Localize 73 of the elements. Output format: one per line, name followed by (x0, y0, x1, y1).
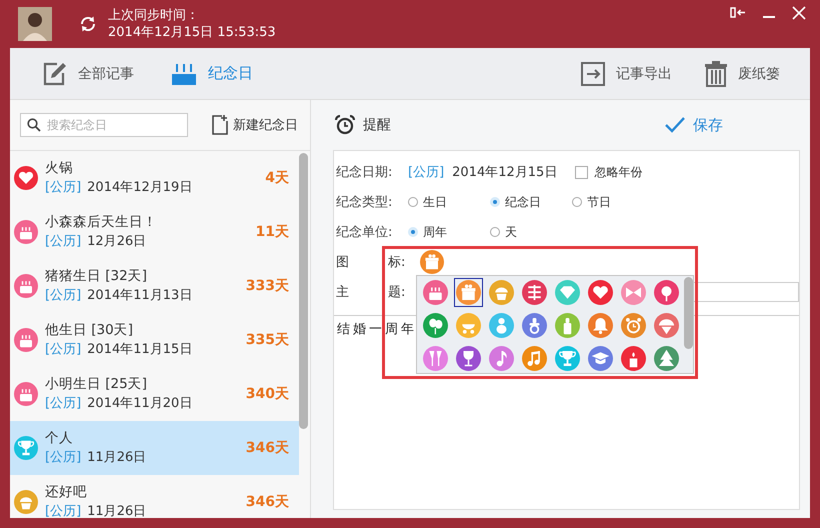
list-item[interactable]: 还好吧 [公历] 11月26日 346天 (10, 475, 299, 518)
scrollbar-thumb[interactable] (299, 153, 308, 429)
search-field[interactable]: 搜索纪念日 (20, 113, 188, 137)
field-label: 图 (336, 254, 350, 271)
item-date: 12月26日 (87, 233, 146, 251)
days-count: 333天 (246, 277, 289, 295)
item-date: 2014年11月20日 (87, 395, 192, 413)
field-label: 主 (336, 284, 350, 301)
days-count: 346天 (246, 439, 289, 457)
calendar-tag: [公历] (45, 340, 82, 359)
alarm-clock-icon (335, 115, 355, 135)
toolbar-button[interactable]: 废纸篓 (702, 56, 782, 90)
sync-time: 2014年12月15日 15:53:53 (108, 24, 276, 41)
calendar-tag: [公历] (45, 502, 82, 518)
radio-option[interactable]: 节日 (572, 194, 654, 210)
item-date: 11月26日 (87, 449, 146, 467)
new-button[interactable]: 新建纪念日 (210, 113, 300, 137)
radio-option[interactable]: 周年 (408, 224, 490, 240)
date-value[interactable]: 2014年12月15日 (452, 163, 558, 181)
field-label: 纪念类型: (336, 194, 394, 211)
close-icon[interactable] (792, 6, 806, 20)
trash-icon (704, 60, 728, 86)
avatar[interactable] (18, 7, 52, 41)
cake-icon (170, 62, 198, 86)
calendar-tag: [公历] (45, 394, 82, 413)
radio-option[interactable]: 天 (490, 224, 572, 240)
item-title: 个人 (45, 429, 74, 448)
item-date: 11月26日 (87, 503, 146, 518)
item-title: 小明生日 [25天] (45, 375, 148, 394)
days-count: 335天 (246, 331, 289, 349)
scrollbar-thumb[interactable] (684, 277, 693, 349)
radio-option[interactable]: 纪念日 (490, 194, 572, 210)
ignore-year-checkbox[interactable]: 忽略年份 (575, 164, 642, 180)
calendar-tag: [公历] (45, 448, 82, 467)
list-item[interactable]: 小森森后天生日！ [公历] 12月26日 11天 (10, 205, 299, 259)
sync-icon[interactable] (78, 14, 98, 34)
list-item[interactable]: 他生日 [30天] [公历] 2014年11月15日 335天 (10, 313, 299, 367)
toolbar-button[interactable]: 记事导出 (578, 56, 674, 90)
item-date: 2014年11月13日 (87, 287, 192, 305)
item-date: 2014年11月15日 (87, 341, 192, 359)
item-title: 小森森后天生日！ (45, 213, 157, 232)
list-item[interactable]: 个人 [公历] 11月26日 346天 (10, 421, 299, 475)
reminder-button[interactable]: 提醒 (333, 113, 393, 137)
calendar-tag: [公历] (45, 232, 82, 251)
calendar-tag: [公历] (45, 178, 82, 197)
item-title: 火锅 (45, 159, 74, 178)
export-icon (580, 60, 606, 86)
sync-label: 上次同步时间： (108, 7, 200, 24)
gift-icon[interactable] (420, 250, 444, 274)
field-label: 标: (388, 254, 406, 271)
tab[interactable]: 全部记事 (40, 56, 136, 90)
days-count: 340天 (246, 385, 289, 403)
days-count: 11天 (256, 223, 289, 241)
radio-option[interactable]: 生日 (408, 194, 490, 210)
days-count: 346天 (246, 493, 289, 511)
list-item[interactable]: 小明生日 [25天] [公历] 2014年11月20日 340天 (10, 367, 299, 421)
dock-icon[interactable] (730, 6, 746, 20)
check-icon (665, 117, 685, 133)
search-icon (27, 118, 41, 132)
item-date: 2014年12月19日 (87, 179, 192, 197)
new-file-icon (212, 115, 228, 135)
item-title: 还好吧 (45, 483, 88, 502)
item-title: 他生日 [30天] (45, 321, 134, 340)
list-item[interactable]: 猪猪生日 [32天] [公历] 2014年11月13日 333天 (10, 259, 299, 313)
list-item[interactable]: 火锅 [公历] 2014年12月19日 4天 (10, 151, 299, 205)
edit-icon (42, 60, 68, 86)
field-label: 纪念单位: (336, 224, 394, 241)
calendar-tag: [公历] (45, 286, 82, 305)
days-count: 4天 (265, 169, 289, 187)
field-label: 纪念日期: (336, 164, 394, 181)
checkbox[interactable] (575, 166, 588, 178)
field-label: 题: (388, 284, 406, 301)
item-title: 猪猪生日 [32天] (45, 267, 148, 286)
